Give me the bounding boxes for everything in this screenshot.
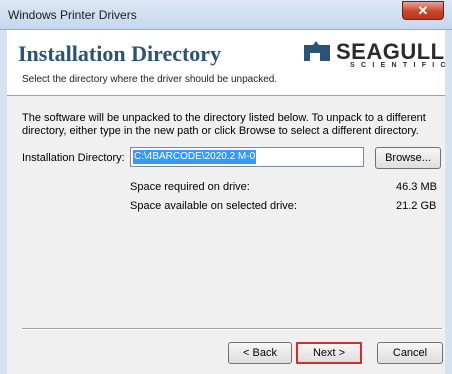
directory-label: Installation Directory: bbox=[22, 152, 125, 164]
footer-separator bbox=[22, 328, 442, 330]
back-button[interactable]: < Back bbox=[228, 342, 292, 364]
close-button[interactable]: ✕ bbox=[402, 1, 444, 20]
space-available-label: Space available on selected drive: bbox=[130, 200, 297, 212]
cancel-button[interactable]: Cancel bbox=[377, 342, 443, 364]
directory-input[interactable]: C:\4BARCODE\2020.2 M-0 bbox=[130, 147, 364, 167]
window-frame-right bbox=[445, 30, 452, 374]
space-available-value: 21.2 GB bbox=[396, 200, 437, 212]
page-subtitle: Select the directory where the driver sh… bbox=[22, 74, 278, 85]
page-title: Installation Directory bbox=[18, 41, 222, 66]
logo-sub-text: SCIENTIFIC bbox=[350, 62, 452, 69]
wizard-header: Installation Directory Select the direct… bbox=[7, 30, 447, 96]
space-required-value: 46.3 MB bbox=[396, 181, 437, 193]
directory-input-value: C:\4BARCODE\2020.2 M-0 bbox=[133, 150, 257, 164]
title-bar: Windows Printer Drivers ✕ bbox=[0, 0, 452, 30]
browse-button[interactable]: Browse... bbox=[375, 147, 441, 169]
description-text: The software will be unpacked to the dir… bbox=[22, 112, 426, 137]
seagull-logo-icon bbox=[304, 41, 330, 61]
space-required-label: Space required on drive: bbox=[130, 181, 250, 193]
seagull-logo: SEAGULL SCIENTIFIC bbox=[302, 39, 447, 75]
next-button[interactable]: Next > bbox=[296, 342, 362, 364]
window-title: Windows Printer Drivers bbox=[8, 8, 137, 22]
window-frame-left bbox=[0, 30, 7, 374]
